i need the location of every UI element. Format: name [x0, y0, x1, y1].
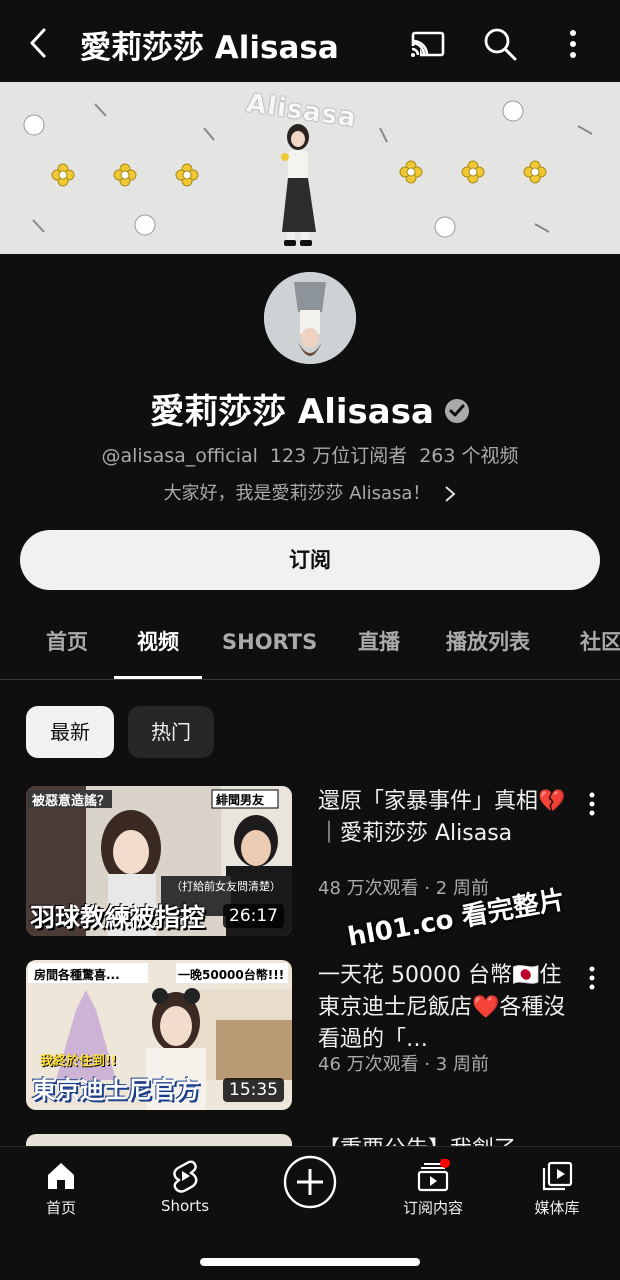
more-vert-icon[interactable]: [584, 790, 600, 818]
channel-description[interactable]: 大家好，我是愛莉莎莎 Alisasa！: [0, 479, 620, 505]
chevron-right-icon: [445, 486, 456, 502]
thumb-tag-right: 一晚50000台幣!!!: [178, 968, 285, 982]
avatar-image: [264, 272, 356, 364]
video-item[interactable]: 房間各種驚喜... 一晚50000台幣!!! 我終於住到!! 東京迪士尼官方 1…: [0, 960, 620, 1110]
video-thumbnail[interactable]: 被惡意造謠？ 緋聞男友 （打給前女友問清楚） 羽球教練被指控 26:17: [26, 786, 292, 936]
tab-live[interactable]: 直播: [344, 610, 414, 679]
video-title[interactable]: 還原「家暴事件」真相💔｜愛莉莎莎 Alisasa: [318, 786, 574, 882]
channel-banner: Alisasa: [0, 82, 620, 254]
nav-create[interactable]: [255, 1155, 365, 1209]
nav-home[interactable]: 首页: [6, 1159, 116, 1218]
filter-latest[interactable]: 最新: [26, 706, 114, 758]
nav-shorts[interactable]: Shorts: [130, 1159, 240, 1215]
channel-handle: @alisasa_official: [101, 445, 258, 467]
verified-badge-icon: [444, 398, 469, 423]
channel-name-text: 愛莉莎莎 Alisasa: [150, 392, 434, 432]
video-meta: 46 万次观看 · 3 周前: [318, 1054, 489, 1075]
tab-home[interactable]: 首页: [32, 610, 102, 679]
video-duration: 15:35: [223, 1078, 284, 1102]
filter-popular[interactable]: 热门: [128, 706, 214, 758]
subscribe-button[interactable]: 订阅: [20, 530, 600, 590]
home-icon: [48, 1163, 74, 1189]
thumb-sub: 我終於住到!!: [40, 1054, 117, 1069]
more-vert-icon[interactable]: [553, 24, 593, 64]
tab-playlists[interactable]: 播放列表: [432, 610, 544, 679]
video-item[interactable]: 【重要公告】我創了…: [0, 1134, 620, 1146]
nav-subscriptions[interactable]: 订阅内容: [378, 1159, 488, 1218]
top-app-bar: 愛莉莎莎 Alisasa: [0, 0, 620, 82]
video-title[interactable]: 一天花 50000 台幣🇯🇵住東京迪士尼飯店❤️各種沒看過的「…: [318, 960, 574, 1056]
video-thumbnail[interactable]: [26, 1134, 292, 1146]
create-icon: [283, 1155, 337, 1209]
subscriber-count: 123 万位订阅者: [269, 445, 408, 467]
nav-library[interactable]: 媒体库: [502, 1159, 612, 1218]
channel-name: 愛莉莎莎 Alisasa: [0, 384, 620, 433]
thumb-caption: 東京迪士尼官方: [32, 1076, 200, 1104]
video-duration: 26:17: [223, 904, 284, 928]
thumb-tag-left: 被惡意造謠？: [32, 794, 111, 809]
channel-meta: @alisasa_official 123 万位订阅者 263 个视频: [0, 441, 620, 468]
more-vert-icon[interactable]: [584, 964, 600, 992]
tab-community[interactable]: 社区: [566, 610, 620, 679]
back-arrow-icon[interactable]: [22, 26, 56, 60]
nav-subscriptions-label: 订阅内容: [402, 1199, 463, 1217]
channel-description-text: 大家好，我是愛莉莎莎 Alisasa！: [163, 483, 431, 504]
thumb-tag-left: 房間各種驚喜...: [34, 968, 120, 982]
subscriptions-icon: [417, 1159, 450, 1192]
channel-avatar[interactable]: [264, 272, 356, 364]
video-thumbnail[interactable]: 房間各種驚喜... 一晚50000台幣!!! 我終於住到!! 東京迪士尼官方 1…: [26, 960, 292, 1110]
shorts-icon: [173, 1160, 198, 1193]
channel-tabs: 首页 视频 SHORTS 直播 播放列表 社区: [0, 610, 620, 680]
tab-shorts[interactable]: SHORTS: [208, 610, 331, 679]
video-title[interactable]: 【重要公告】我創了…: [318, 1134, 574, 1146]
nav-home-label: 首页: [45, 1199, 76, 1217]
library-icon: [542, 1161, 573, 1191]
tab-videos[interactable]: 视频: [114, 610, 202, 679]
video-count: 263 个视频: [419, 445, 519, 467]
home-indicator[interactable]: [200, 1258, 420, 1266]
nav-library-label: 媒体库: [534, 1199, 580, 1217]
cast-icon[interactable]: [408, 24, 448, 64]
search-icon[interactable]: [480, 24, 520, 64]
channel-title: 愛莉莎莎 Alisasa: [80, 30, 339, 66]
nav-shorts-label: Shorts: [160, 1197, 210, 1215]
thumb-caption: 羽球教練被指控: [30, 903, 206, 932]
thumb-sub: （打給前女友問清楚）: [171, 880, 281, 893]
thumb-tag-right: 緋聞男友: [216, 793, 265, 807]
